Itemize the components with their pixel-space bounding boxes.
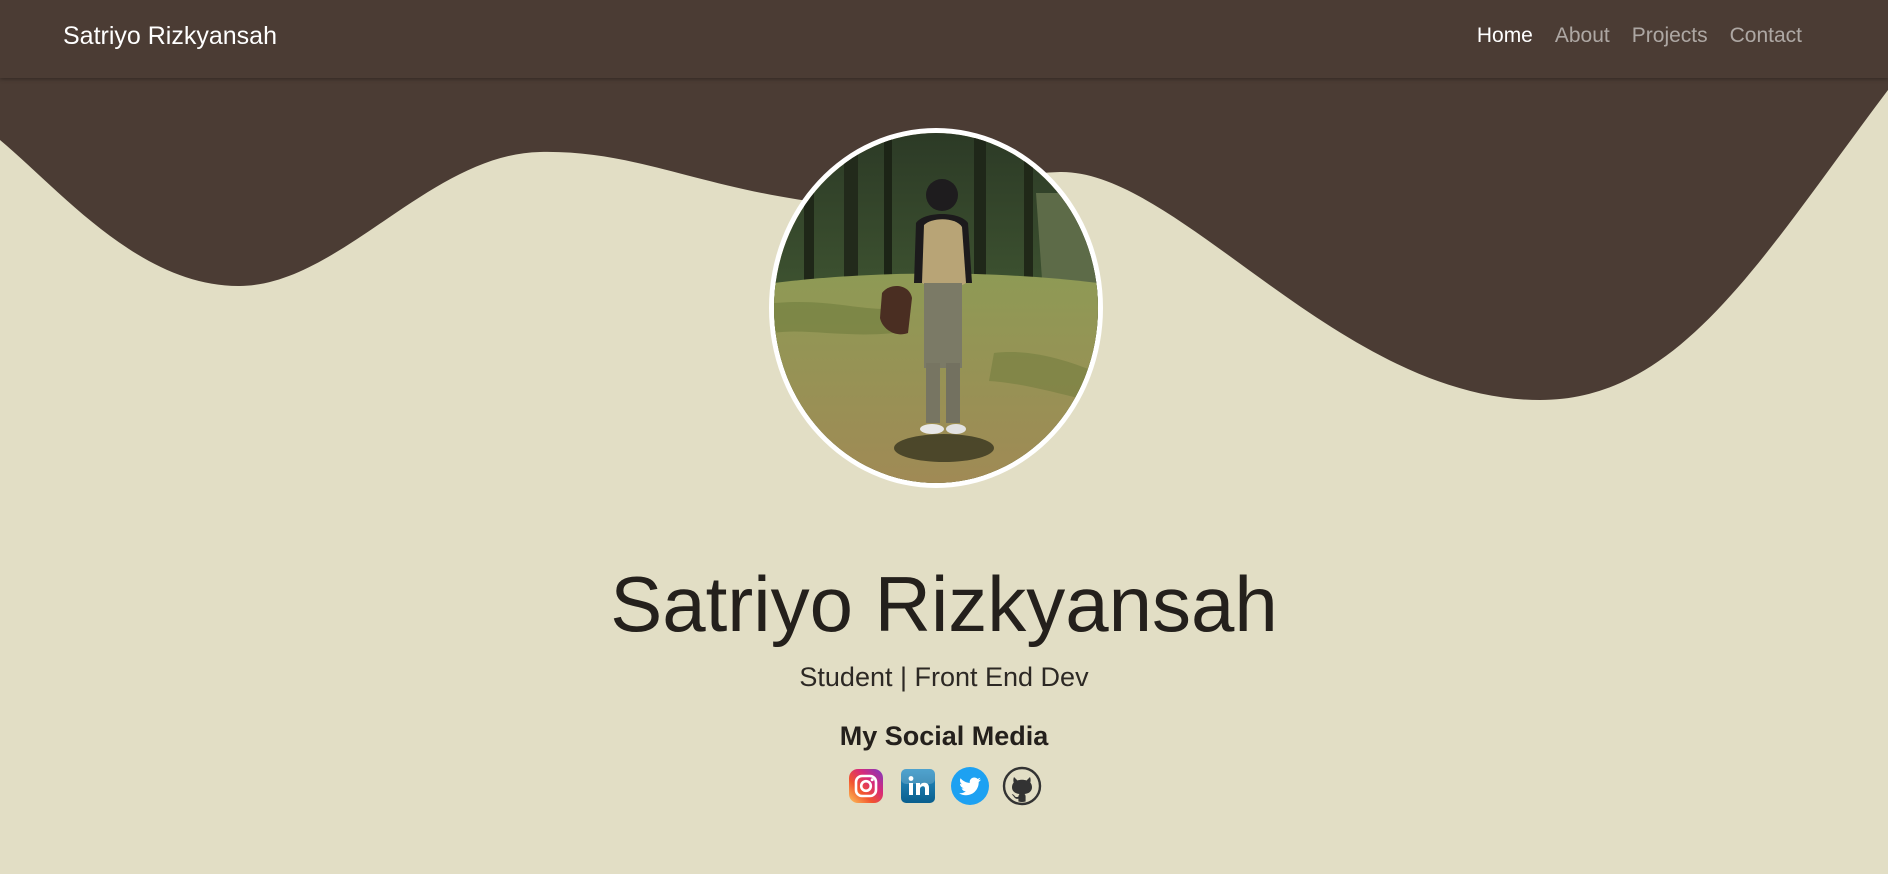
social-heading: My Social Media [839,721,1049,751]
twitter-link[interactable] [950,766,990,806]
hero-name: Satriyo Rizkyansah [610,560,1278,648]
instagram-icon [849,769,883,803]
nav-links: Home About Projects Contact [1477,24,1802,48]
twitter-icon [951,767,989,805]
nav-link-home[interactable]: Home [1477,24,1533,48]
nav-link-projects[interactable]: Projects [1632,24,1708,48]
github-link[interactable] [1002,766,1042,806]
navbar: Satriyo Rizkyansah Home About Projects C… [0,0,1888,78]
github-icon [1002,766,1042,806]
social-links [0,766,1888,806]
nav-link-contact[interactable]: Contact [1730,24,1802,48]
nav-link-about[interactable]: About [1555,24,1610,48]
linkedin-icon [901,769,935,803]
linkedin-link[interactable] [898,766,938,806]
hero-subtitle: Student | Front End Dev [799,662,1089,692]
profile-photo [769,128,1103,488]
instagram-link[interactable] [846,766,886,806]
brand-link[interactable]: Satriyo Rizkyansah [63,22,277,51]
